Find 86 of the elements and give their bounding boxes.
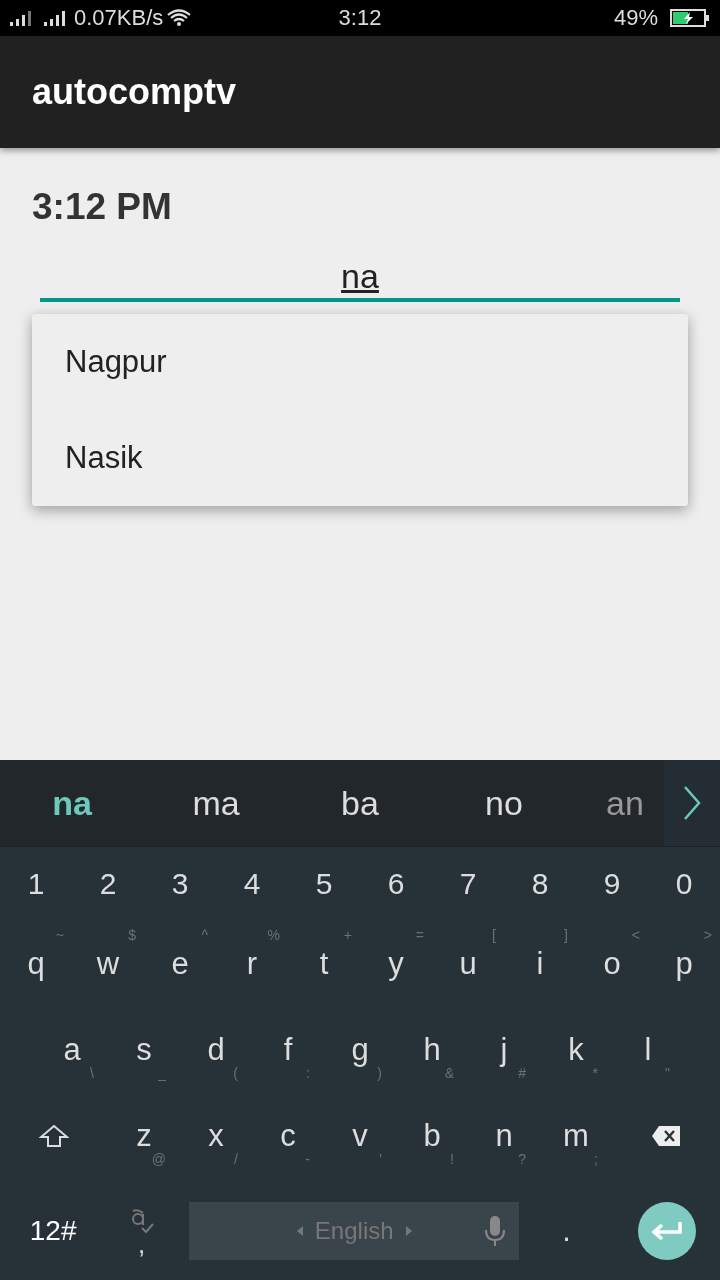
number-key[interactable]: 3 <box>144 867 216 901</box>
suggestion-item[interactable]: Nasik <box>32 410 143 506</box>
key-hint: % <box>267 927 280 943</box>
letter-key[interactable]: d <box>207 1032 225 1068</box>
key-hint: @ <box>151 1151 166 1167</box>
key-hint: < <box>631 927 640 943</box>
letter-key[interactable]: w <box>96 946 120 982</box>
enter-icon <box>650 1221 683 1241</box>
letter-key[interactable]: t <box>319 946 329 982</box>
key-hint: ] <box>564 927 568 943</box>
microphone-icon <box>483 1216 508 1246</box>
key-hint: - <box>305 1151 310 1167</box>
number-key[interactable]: 8 <box>504 867 576 901</box>
enter-key[interactable] <box>637 1202 696 1260</box>
key-hint: " <box>665 1065 670 1081</box>
number-key[interactable]: 9 <box>576 867 648 901</box>
letter-key[interactable]: m <box>563 1118 589 1154</box>
letter-key[interactable]: p <box>675 946 693 982</box>
word-suggestion[interactable]: an <box>606 783 644 823</box>
key-hint: [ <box>492 927 496 943</box>
battery-percent: 49% <box>613 5 658 31</box>
key-hint: ~ <box>55 927 64 943</box>
letter-key[interactable]: q <box>27 946 45 982</box>
letter-key[interactable]: l <box>644 1032 652 1068</box>
letter-key[interactable]: z <box>136 1118 152 1154</box>
number-key[interactable]: 7 <box>432 867 504 901</box>
letter-key[interactable]: s <box>136 1032 152 1068</box>
number-key[interactable]: 6 <box>360 867 432 901</box>
letter-key[interactable]: h <box>423 1032 441 1068</box>
word-suggestion[interactable]: no <box>432 783 576 823</box>
letter-key[interactable]: o <box>603 946 621 982</box>
key-hint: & <box>444 1065 454 1081</box>
letter-key[interactable]: j <box>500 1032 508 1068</box>
network-speed: 0.07KB/s <box>74 5 164 31</box>
key-hint: = <box>415 927 424 943</box>
key-hint: \ <box>90 1065 94 1081</box>
number-key[interactable]: 1 <box>0 867 72 901</box>
app-title: autocomptv <box>32 71 236 113</box>
backspace-icon[interactable] <box>651 1125 681 1147</box>
chevron-right-icon[interactable] <box>682 785 702 821</box>
number-key[interactable]: 4 <box>216 867 288 901</box>
number-key[interactable]: 0 <box>648 867 720 901</box>
letter-key[interactable]: n <box>495 1118 513 1154</box>
letter-key[interactable]: r <box>246 946 258 982</box>
letter-key[interactable]: c <box>280 1118 296 1154</box>
key-hint: ( <box>233 1065 238 1081</box>
battery-icon <box>670 9 710 27</box>
key-hint: ; <box>594 1151 598 1167</box>
word-suggestion[interactable]: na <box>0 783 144 823</box>
key-hint: > <box>703 927 712 943</box>
letter-key[interactable]: i <box>536 946 544 982</box>
key-hint: ^ <box>201 927 208 943</box>
period-key[interactable]: . <box>519 1213 614 1249</box>
key-hint: $ <box>128 927 136 943</box>
key-hint: ? <box>518 1151 526 1167</box>
letter-key[interactable]: k <box>568 1032 584 1068</box>
time-text: 3:12 PM <box>32 186 172 228</box>
letter-key[interactable]: g <box>351 1032 369 1068</box>
key-hint: + <box>343 927 352 943</box>
number-key[interactable]: 2 <box>72 867 144 901</box>
key-hint: ) <box>377 1065 382 1081</box>
letter-key[interactable]: u <box>459 946 477 982</box>
right-arrow-icon <box>405 1226 412 1236</box>
word-suggestion[interactable]: ma <box>144 783 288 823</box>
number-key[interactable]: 5 <box>288 867 360 901</box>
letter-key[interactable]: a <box>63 1032 81 1068</box>
status-time: 3:12 <box>338 5 382 31</box>
letter-key[interactable]: v <box>352 1118 368 1154</box>
key-hint: ! <box>450 1151 454 1167</box>
key-hint: / <box>234 1151 238 1167</box>
suggestion-item[interactable]: Nagpur <box>32 314 167 410</box>
key-hint: * <box>592 1065 598 1081</box>
letter-key[interactable]: b <box>423 1118 441 1154</box>
symbols-key[interactable]: 12# <box>0 1215 107 1247</box>
word-suggestion[interactable]: ba <box>288 783 432 823</box>
shift-icon[interactable] <box>39 1124 69 1148</box>
key-hint: # <box>518 1065 526 1081</box>
key-hint: ' <box>379 1151 382 1167</box>
letter-key[interactable]: e <box>171 946 189 982</box>
letter-key[interactable]: y <box>388 946 404 982</box>
left-arrow-icon <box>296 1226 303 1236</box>
key-hint: _ <box>158 1065 166 1081</box>
key-hint: : <box>306 1065 310 1081</box>
letter-key[interactable]: x <box>208 1118 224 1154</box>
letter-key[interactable]: f <box>283 1032 293 1068</box>
input-field[interactable]: na <box>40 250 680 302</box>
